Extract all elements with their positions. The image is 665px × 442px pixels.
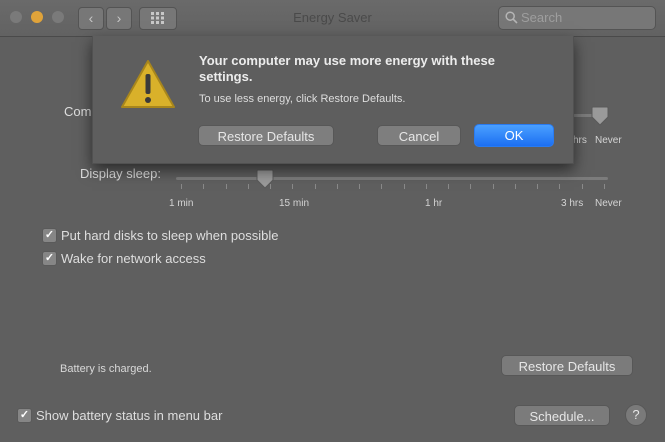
checkmark-icon: ✓: [19, 409, 30, 421]
hard-disks-checkbox[interactable]: ✓: [42, 228, 57, 243]
slider-tick: [403, 184, 405, 189]
display-sleep-tick-15min: 15 min: [279, 198, 310, 209]
search-icon: [505, 11, 518, 24]
search-input[interactable]: [521, 7, 649, 27]
display-sleep-tick-3hrs: 3 hrs: [561, 198, 584, 209]
checkmark-icon: ✓: [44, 252, 55, 264]
slider-tick: [336, 184, 338, 189]
alert-message: To use less energy, click Restore Defaul…: [199, 93, 406, 105]
slider-tick: [292, 184, 294, 189]
slider-tick: [359, 184, 361, 189]
restore-defaults-button[interactable]: Restore Defaults: [501, 355, 633, 376]
display-sleep-slider-thumb[interactable]: [256, 169, 274, 189]
computer-sleep-label: Com: [64, 104, 92, 119]
slider-tick: [203, 184, 205, 189]
network-access-label: Wake for network access: [61, 251, 206, 266]
slider-tick: [314, 184, 316, 189]
computer-sleep-slider-thumb[interactable]: [591, 106, 609, 126]
search-field[interactable]: [498, 6, 656, 30]
display-sleep-label: Display sleep:: [80, 166, 161, 181]
slider-tick: [559, 184, 561, 189]
slider-tick: [514, 184, 516, 189]
display-sleep-tick-1min: 1 min: [169, 198, 194, 209]
slider-tick: [470, 184, 472, 189]
checkmark-icon: ✓: [44, 229, 55, 241]
slider-tick: [492, 184, 494, 189]
slider-tick: [448, 184, 450, 189]
computer-sleep-tick-never: Never: [595, 135, 622, 146]
display-sleep-tick-1hr: 1 hr: [425, 198, 443, 209]
battery-status-text: Battery is charged.: [60, 363, 152, 375]
hard-disks-label: Put hard disks to sleep when possible: [61, 228, 279, 243]
slider-tick: [181, 184, 182, 189]
help-button[interactable]: ?: [625, 404, 647, 426]
display-sleep-slider-track[interactable]: [176, 177, 608, 180]
alert-cancel-button[interactable]: Cancel: [377, 125, 461, 146]
slider-tick: [581, 184, 583, 189]
slider-tick: [247, 184, 249, 189]
title-bar: ‹ › Energy Saver: [0, 0, 665, 37]
slider-tick: [381, 184, 383, 189]
alert-ok-button[interactable]: OK: [474, 124, 554, 147]
computer-sleep-tick-3hrs: hrs: [573, 135, 587, 146]
display-sleep-tick-never: Never: [595, 198, 622, 209]
battery-menu-bar-label: Show battery status in menu bar: [36, 408, 223, 423]
alert-title: Your computer may use more energy with t…: [199, 53, 495, 84]
slider-tick: [604, 184, 605, 189]
warning-icon: [121, 60, 175, 108]
slider-tick: [425, 184, 427, 189]
network-access-checkbox[interactable]: ✓: [42, 251, 57, 266]
slider-tick: [537, 184, 539, 189]
alert-restore-defaults-button[interactable]: Restore Defaults: [198, 125, 334, 146]
alert-sheet: Your computer may use more energy with t…: [92, 36, 574, 164]
schedule-button[interactable]: Schedule...: [514, 405, 610, 426]
slider-tick: [225, 184, 227, 189]
battery-menu-bar-checkbox[interactable]: ✓: [17, 408, 32, 423]
